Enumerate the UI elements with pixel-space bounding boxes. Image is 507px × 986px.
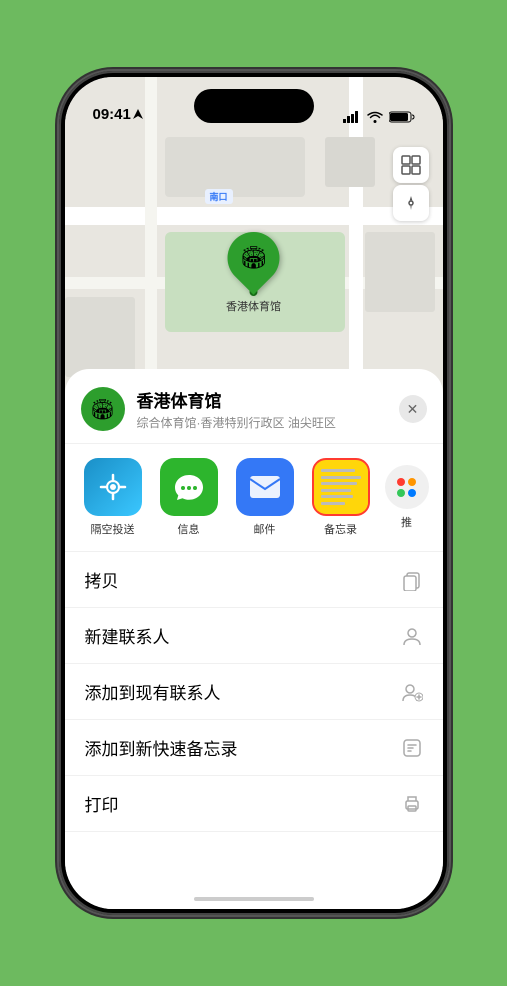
app-item-messages[interactable]: 信息: [157, 458, 221, 537]
action-row-add-notes[interactable]: 添加到新快速备忘录: [65, 720, 443, 776]
signal-icon: [343, 111, 361, 123]
bottom-sheet: 🏟 香港体育馆 综合体育馆·香港特别行政区 油尖旺区 ✕: [65, 369, 443, 909]
map-label: 南口: [205, 189, 233, 204]
phone-screen: 09:41: [65, 77, 443, 909]
close-button[interactable]: ✕: [399, 395, 427, 423]
notes-label: 备忘录: [324, 521, 357, 537]
more-icon: [385, 465, 429, 509]
print-icon: [401, 793, 423, 815]
airdrop-icon: [84, 458, 142, 516]
wifi-icon: [367, 111, 383, 123]
share-apps-row: 隔空投送 信息: [65, 444, 443, 552]
location-header: 🏟 香港体育馆 综合体育馆·香港特别行政区 油尖旺区 ✕: [65, 369, 443, 444]
phone-frame: 09:41: [59, 71, 449, 915]
compass-icon: [402, 194, 420, 212]
action-row-add-existing[interactable]: 添加到现有联系人: [65, 664, 443, 720]
copy-label: 拷贝: [85, 567, 119, 592]
map-controls: [393, 147, 429, 221]
home-indicator: [194, 897, 314, 901]
location-arrow-icon: [133, 109, 143, 121]
pin-label: 香港体育馆: [226, 298, 281, 314]
add-existing-label: 添加到现有联系人: [85, 679, 221, 704]
location-info: 香港体育馆 综合体育馆·香港特别行政区 油尖旺区: [137, 387, 399, 431]
location-venue-icon: 🏟: [81, 387, 125, 431]
app-item-mail[interactable]: 邮件: [233, 458, 297, 537]
app-item-airdrop[interactable]: 隔空投送: [81, 458, 145, 537]
print-label: 打印: [85, 791, 119, 816]
location-button[interactable]: [393, 185, 429, 221]
app-item-notes[interactable]: 备忘录: [309, 458, 373, 537]
action-row-copy[interactable]: 拷贝: [65, 552, 443, 608]
status-icons: [343, 111, 415, 123]
location-name: 香港体育馆: [137, 387, 399, 412]
new-contact-icon: [401, 625, 423, 647]
action-row-print[interactable]: 打印: [65, 776, 443, 832]
map-type-button[interactable]: [393, 147, 429, 183]
new-contact-label: 新建联系人: [85, 623, 170, 648]
time-display: 09:41: [93, 106, 131, 123]
location-subtitle: 综合体育馆·香港特别行政区 油尖旺区: [137, 414, 399, 431]
map-type-icon: [401, 155, 421, 175]
battery-icon: [389, 111, 415, 123]
mail-icon: [236, 458, 294, 516]
messages-icon: [160, 458, 218, 516]
add-existing-icon: [401, 681, 423, 703]
map-pin: 🏟 香港体育馆: [226, 232, 281, 314]
airdrop-symbol: [97, 471, 129, 503]
action-row-new-contact[interactable]: 新建联系人: [65, 608, 443, 664]
mail-label: 邮件: [254, 521, 276, 537]
messages-symbol: [172, 470, 206, 504]
app-item-more[interactable]: 推: [385, 465, 429, 530]
add-notes-icon: [401, 737, 423, 759]
messages-label: 信息: [178, 521, 200, 537]
dynamic-island: [194, 89, 314, 123]
mail-symbol: [248, 474, 282, 500]
more-label: 推: [401, 514, 412, 530]
status-time: 09:41: [93, 106, 143, 123]
airdrop-label: 隔空投送: [91, 521, 135, 537]
notes-icon: [312, 458, 370, 516]
add-notes-label: 添加到新快速备忘录: [85, 735, 238, 760]
copy-icon: [401, 569, 423, 591]
